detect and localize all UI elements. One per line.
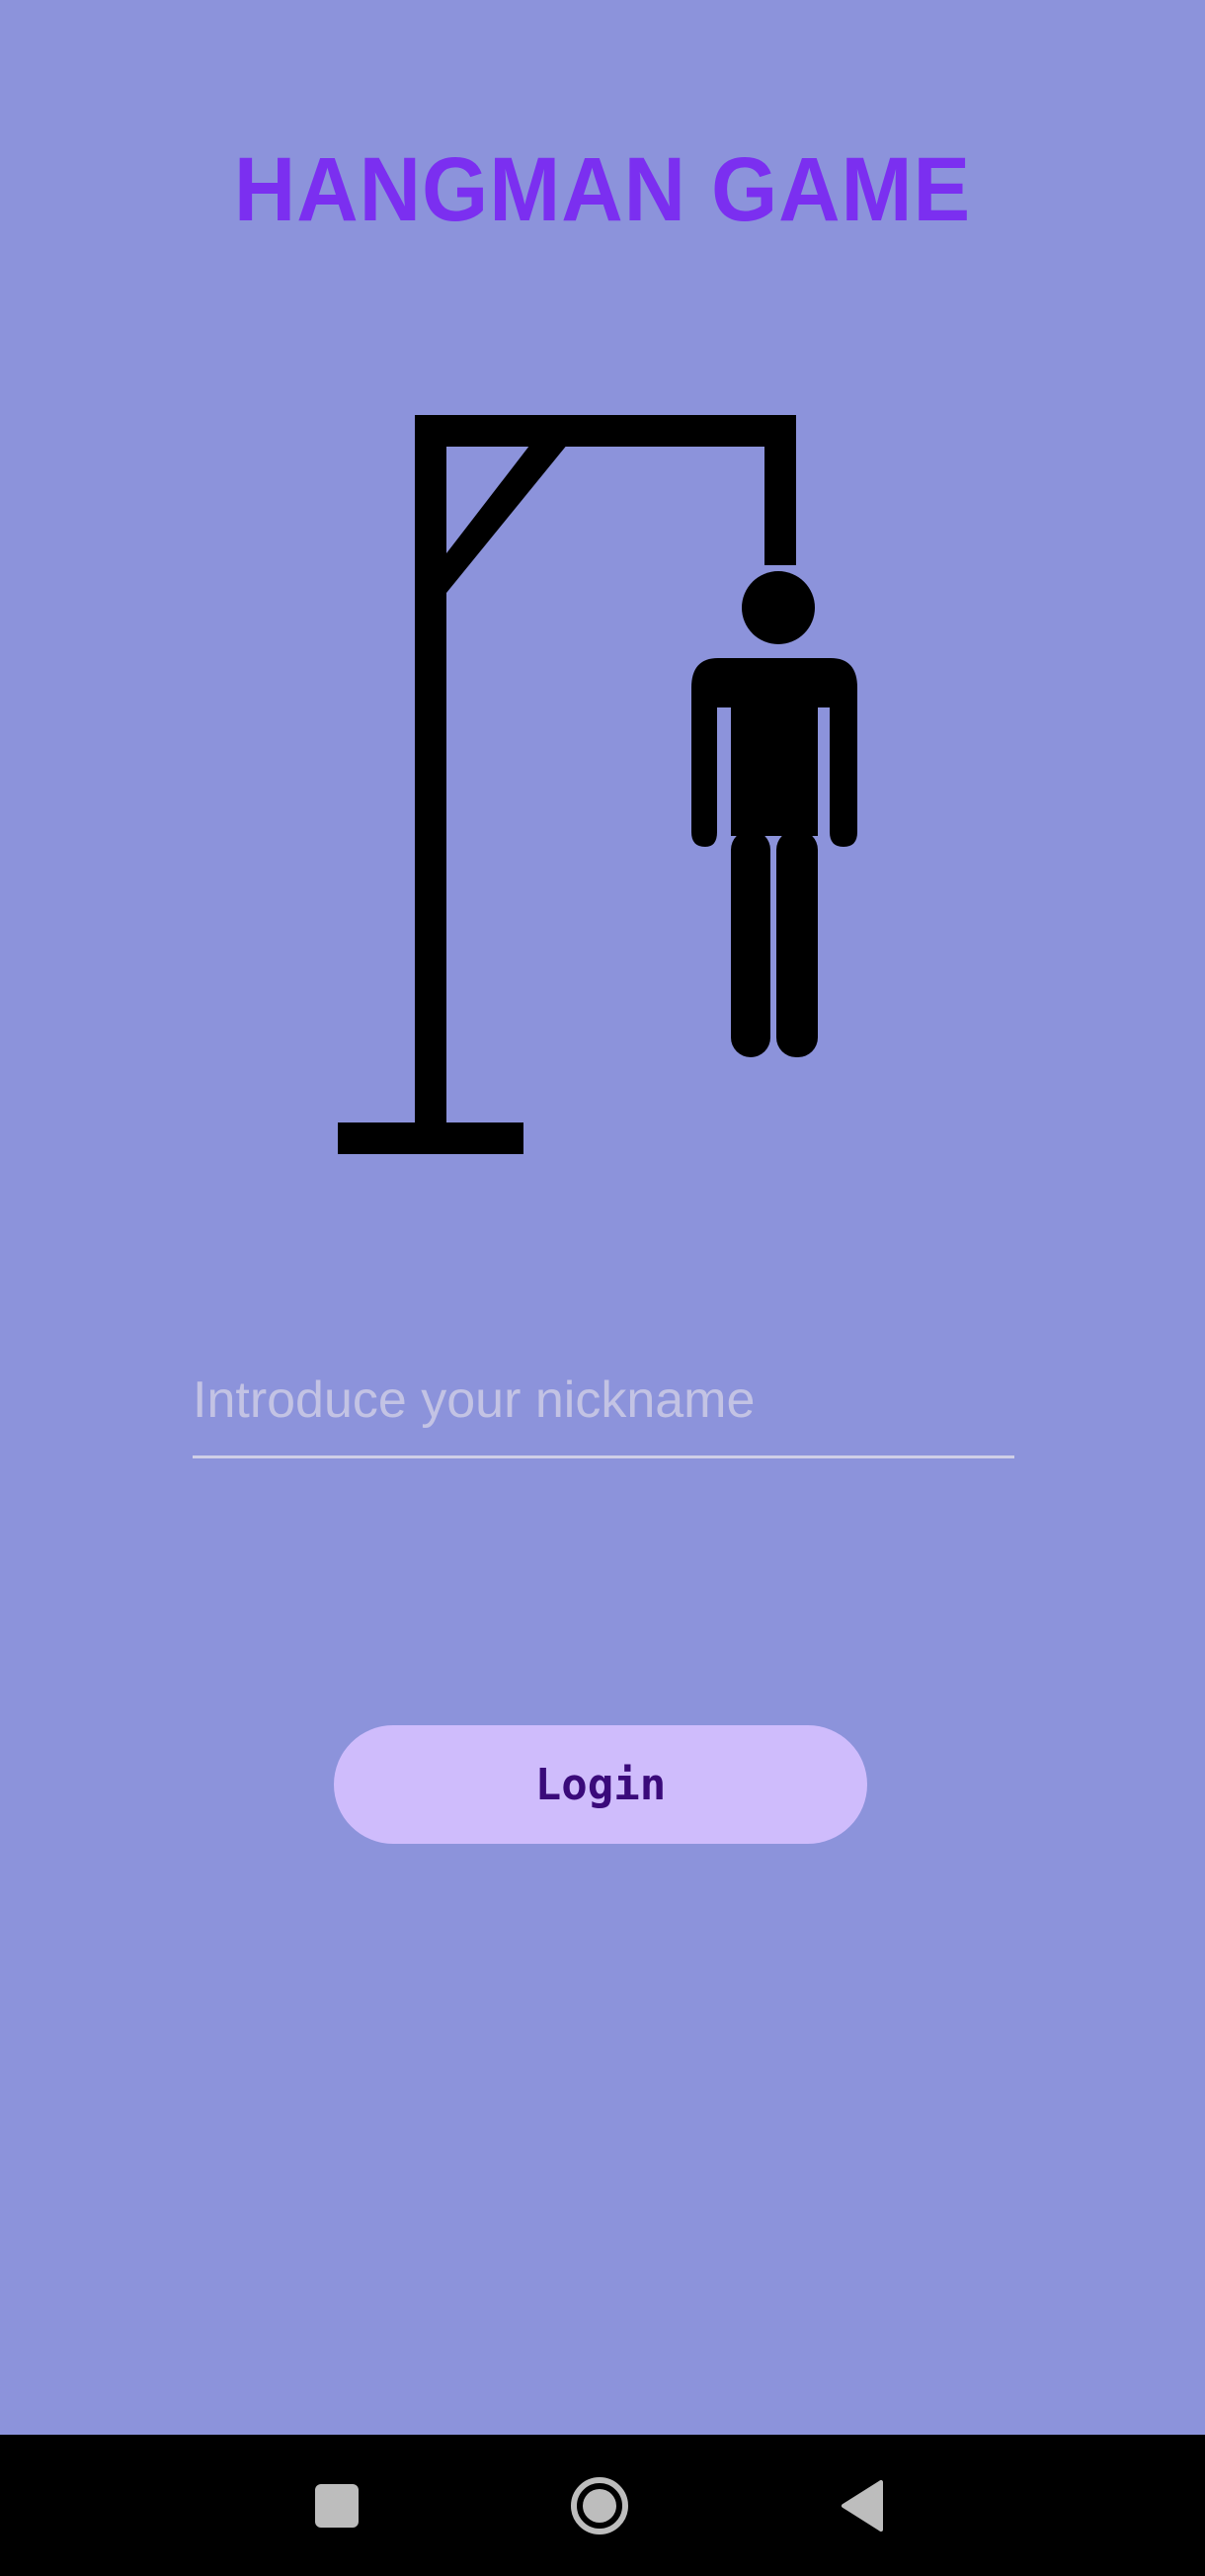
hangman-illustration (326, 405, 879, 1166)
home-circle-icon (571, 2476, 628, 2534)
page-title: HANGMAN GAME (233, 139, 972, 240)
system-navigation-bar (0, 2435, 1205, 2576)
figure-left-leg (731, 830, 770, 1057)
nickname-field-wrapper (193, 1344, 1014, 1460)
home-button[interactable] (530, 2435, 669, 2576)
figure-right-leg (776, 830, 818, 1057)
recents-square-icon (315, 2483, 359, 2528)
nickname-input[interactable] (193, 1344, 1014, 1458)
gallows-brace (446, 433, 577, 593)
back-triangle-icon (842, 2479, 883, 2532)
figure-body (691, 658, 857, 847)
login-screen: HANGMAN GAME Login (0, 0, 1205, 2435)
gallows-rope (764, 415, 796, 565)
hangman-icon (338, 415, 857, 1154)
gallows-beam (415, 415, 796, 447)
recents-button[interactable] (268, 2435, 406, 2576)
gallows-pole (415, 415, 446, 1134)
login-button[interactable]: Login (334, 1725, 867, 1844)
figure-head (742, 571, 815, 644)
back-button[interactable] (794, 2435, 932, 2576)
